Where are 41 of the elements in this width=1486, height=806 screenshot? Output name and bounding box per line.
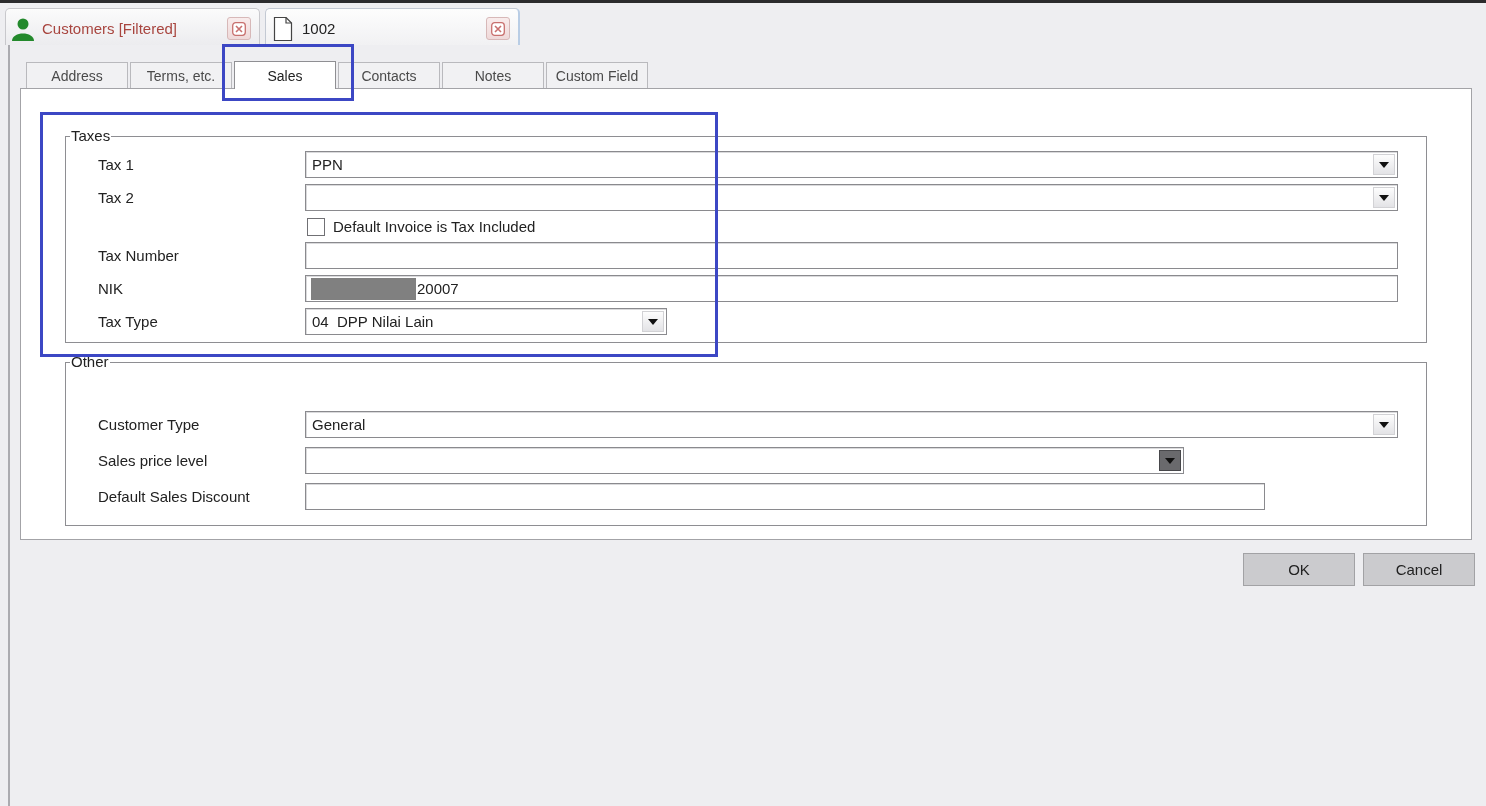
- dropdown-field[interactable]: 04 DPP Nilai Lain: [305, 308, 667, 335]
- checkbox-label[interactable]: Default Invoice is Tax Included: [333, 218, 536, 235]
- close-button[interactable]: [486, 17, 510, 40]
- form-tab[interactable]: Custom Field: [546, 62, 648, 88]
- close-icon: [491, 21, 505, 36]
- document-icon: [273, 16, 293, 41]
- form-tab[interactable]: Address: [26, 62, 128, 88]
- form-tab[interactable]: Sales: [234, 61, 336, 89]
- caret-down-icon: [1165, 457, 1175, 464]
- dialog-button[interactable]: OK: [1243, 553, 1355, 586]
- close-button[interactable]: [227, 17, 251, 40]
- checkbox[interactable]: [307, 217, 325, 236]
- document-tab[interactable]: Customers [Filtered]: [5, 8, 260, 45]
- field-label: Customer Type: [98, 416, 201, 433]
- text-field[interactable]: 20007: [305, 275, 1398, 302]
- form-tab[interactable]: Terms, etc.: [130, 62, 232, 88]
- caret-down-icon: [648, 318, 658, 325]
- close-icon: [232, 21, 246, 36]
- caret-down-icon: [1379, 194, 1389, 201]
- form-tab[interactable]: Notes: [442, 62, 544, 88]
- form-tab[interactable]: Contacts: [338, 62, 440, 88]
- field-label: Default Sales Discount: [98, 488, 251, 505]
- text-field[interactable]: [305, 483, 1265, 510]
- field-label: Tax Number: [98, 247, 180, 264]
- dropdown-field[interactable]: [305, 447, 1184, 474]
- dropdown-field[interactable]: General: [305, 411, 1398, 438]
- group-title: Other: [70, 354, 110, 370]
- field-label: NIK: [98, 280, 124, 297]
- group-title: Taxes: [70, 128, 112, 144]
- field-label: Sales price level: [98, 452, 209, 469]
- field-label: Tax Type: [98, 313, 159, 330]
- dropdown-field[interactable]: [305, 184, 1398, 211]
- caret-down-icon: [1379, 161, 1389, 168]
- text-field[interactable]: [305, 242, 1398, 269]
- person-icon: [11, 16, 35, 41]
- dropdown-field[interactable]: PPN: [305, 151, 1398, 178]
- document-tab[interactable]: 1002: [265, 8, 520, 45]
- dialog-button[interactable]: Cancel: [1363, 553, 1475, 586]
- caret-down-icon: [1379, 421, 1389, 428]
- field-label: Tax 1: [98, 156, 135, 173]
- field-label: Tax 2: [98, 189, 135, 206]
